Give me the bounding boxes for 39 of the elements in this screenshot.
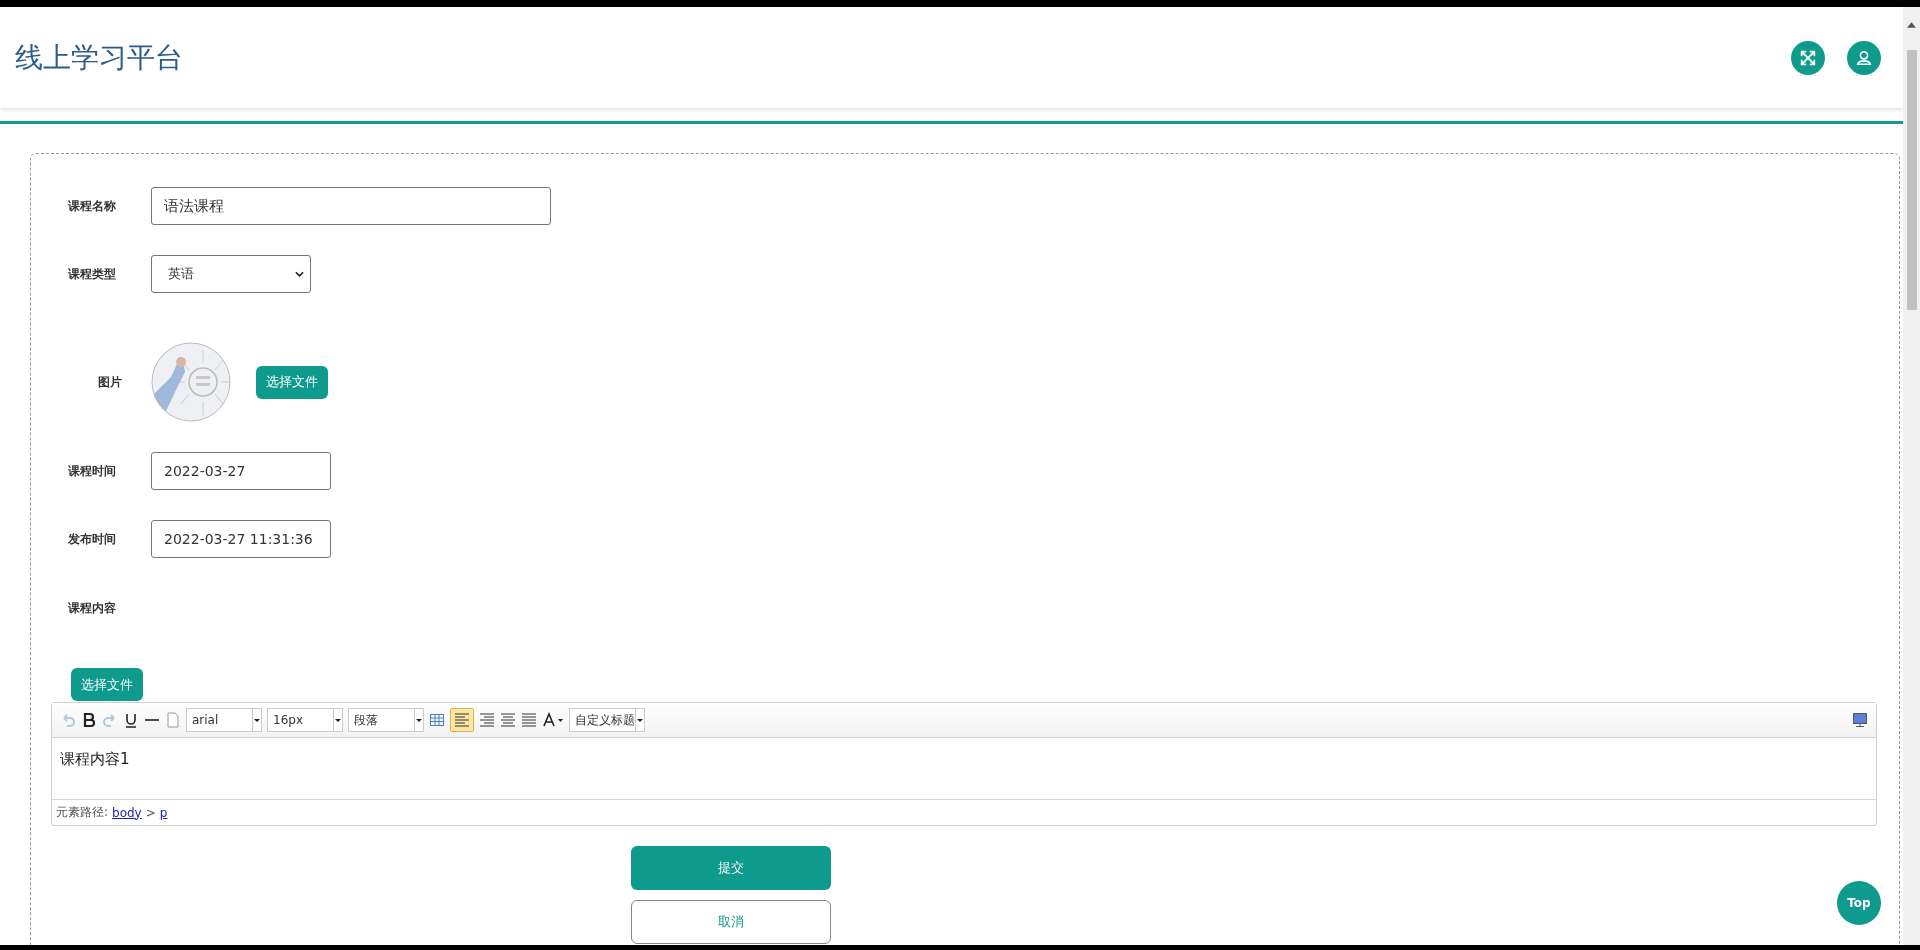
size-dropdown[interactable]: 16px	[267, 708, 343, 732]
scrollbar[interactable]	[1903, 7, 1920, 945]
field-label: 课程名称	[68, 197, 117, 215]
editor-content[interactable]: 课程内容1	[52, 738, 1876, 800]
input-field[interactable]: 语法课程	[151, 187, 551, 225]
select-value: 英语	[168, 265, 194, 283]
path-link[interactable]: p	[159, 805, 168, 820]
font-dropdown[interactable]: arial	[186, 708, 262, 732]
path-link[interactable]: body	[112, 805, 142, 820]
field-label: 课程内容	[68, 599, 117, 617]
path-label: 元素路径:	[56, 804, 109, 821]
monitor-icon[interactable]	[1852, 712, 1868, 728]
field-label: 图片	[96, 373, 123, 391]
bold-icon[interactable]	[81, 712, 97, 728]
path-separator: >	[145, 805, 156, 820]
user-icon[interactable]	[1847, 40, 1881, 75]
fullscreen-icon[interactable]	[1791, 40, 1825, 75]
table-icon[interactable]	[429, 712, 445, 728]
cancel-button[interactable]: 取消	[631, 900, 831, 944]
scroll-up-icon[interactable]	[1907, 22, 1916, 28]
font-color-icon[interactable]	[542, 712, 564, 728]
site-title: 线上学习平台	[15, 39, 183, 76]
field-label: 课程时间	[68, 462, 117, 480]
paragraph-dropdown[interactable]: 段落	[348, 708, 424, 732]
field-label: 发布时间	[68, 530, 117, 548]
heading-dropdown[interactable]: 自定义标题	[569, 708, 645, 732]
field-label: 课程类型	[68, 265, 117, 283]
justify-icon[interactable]	[521, 712, 537, 728]
scroll-thumb[interactable]	[1906, 50, 1917, 310]
align-center-icon[interactable]	[500, 712, 516, 728]
input-field[interactable]: 2022-03-27 11:31:36	[151, 520, 331, 558]
align-right-icon[interactable]	[479, 712, 495, 728]
align-left-icon[interactable]	[450, 708, 474, 732]
underline-icon[interactable]	[123, 712, 139, 728]
chevron-icon	[295, 271, 304, 277]
input-field[interactable]: 2022-03-27	[151, 452, 331, 490]
editor-text: 课程内容1	[60, 750, 130, 768]
select-field[interactable]: 英语	[151, 255, 311, 293]
page-icon[interactable]	[165, 712, 181, 728]
